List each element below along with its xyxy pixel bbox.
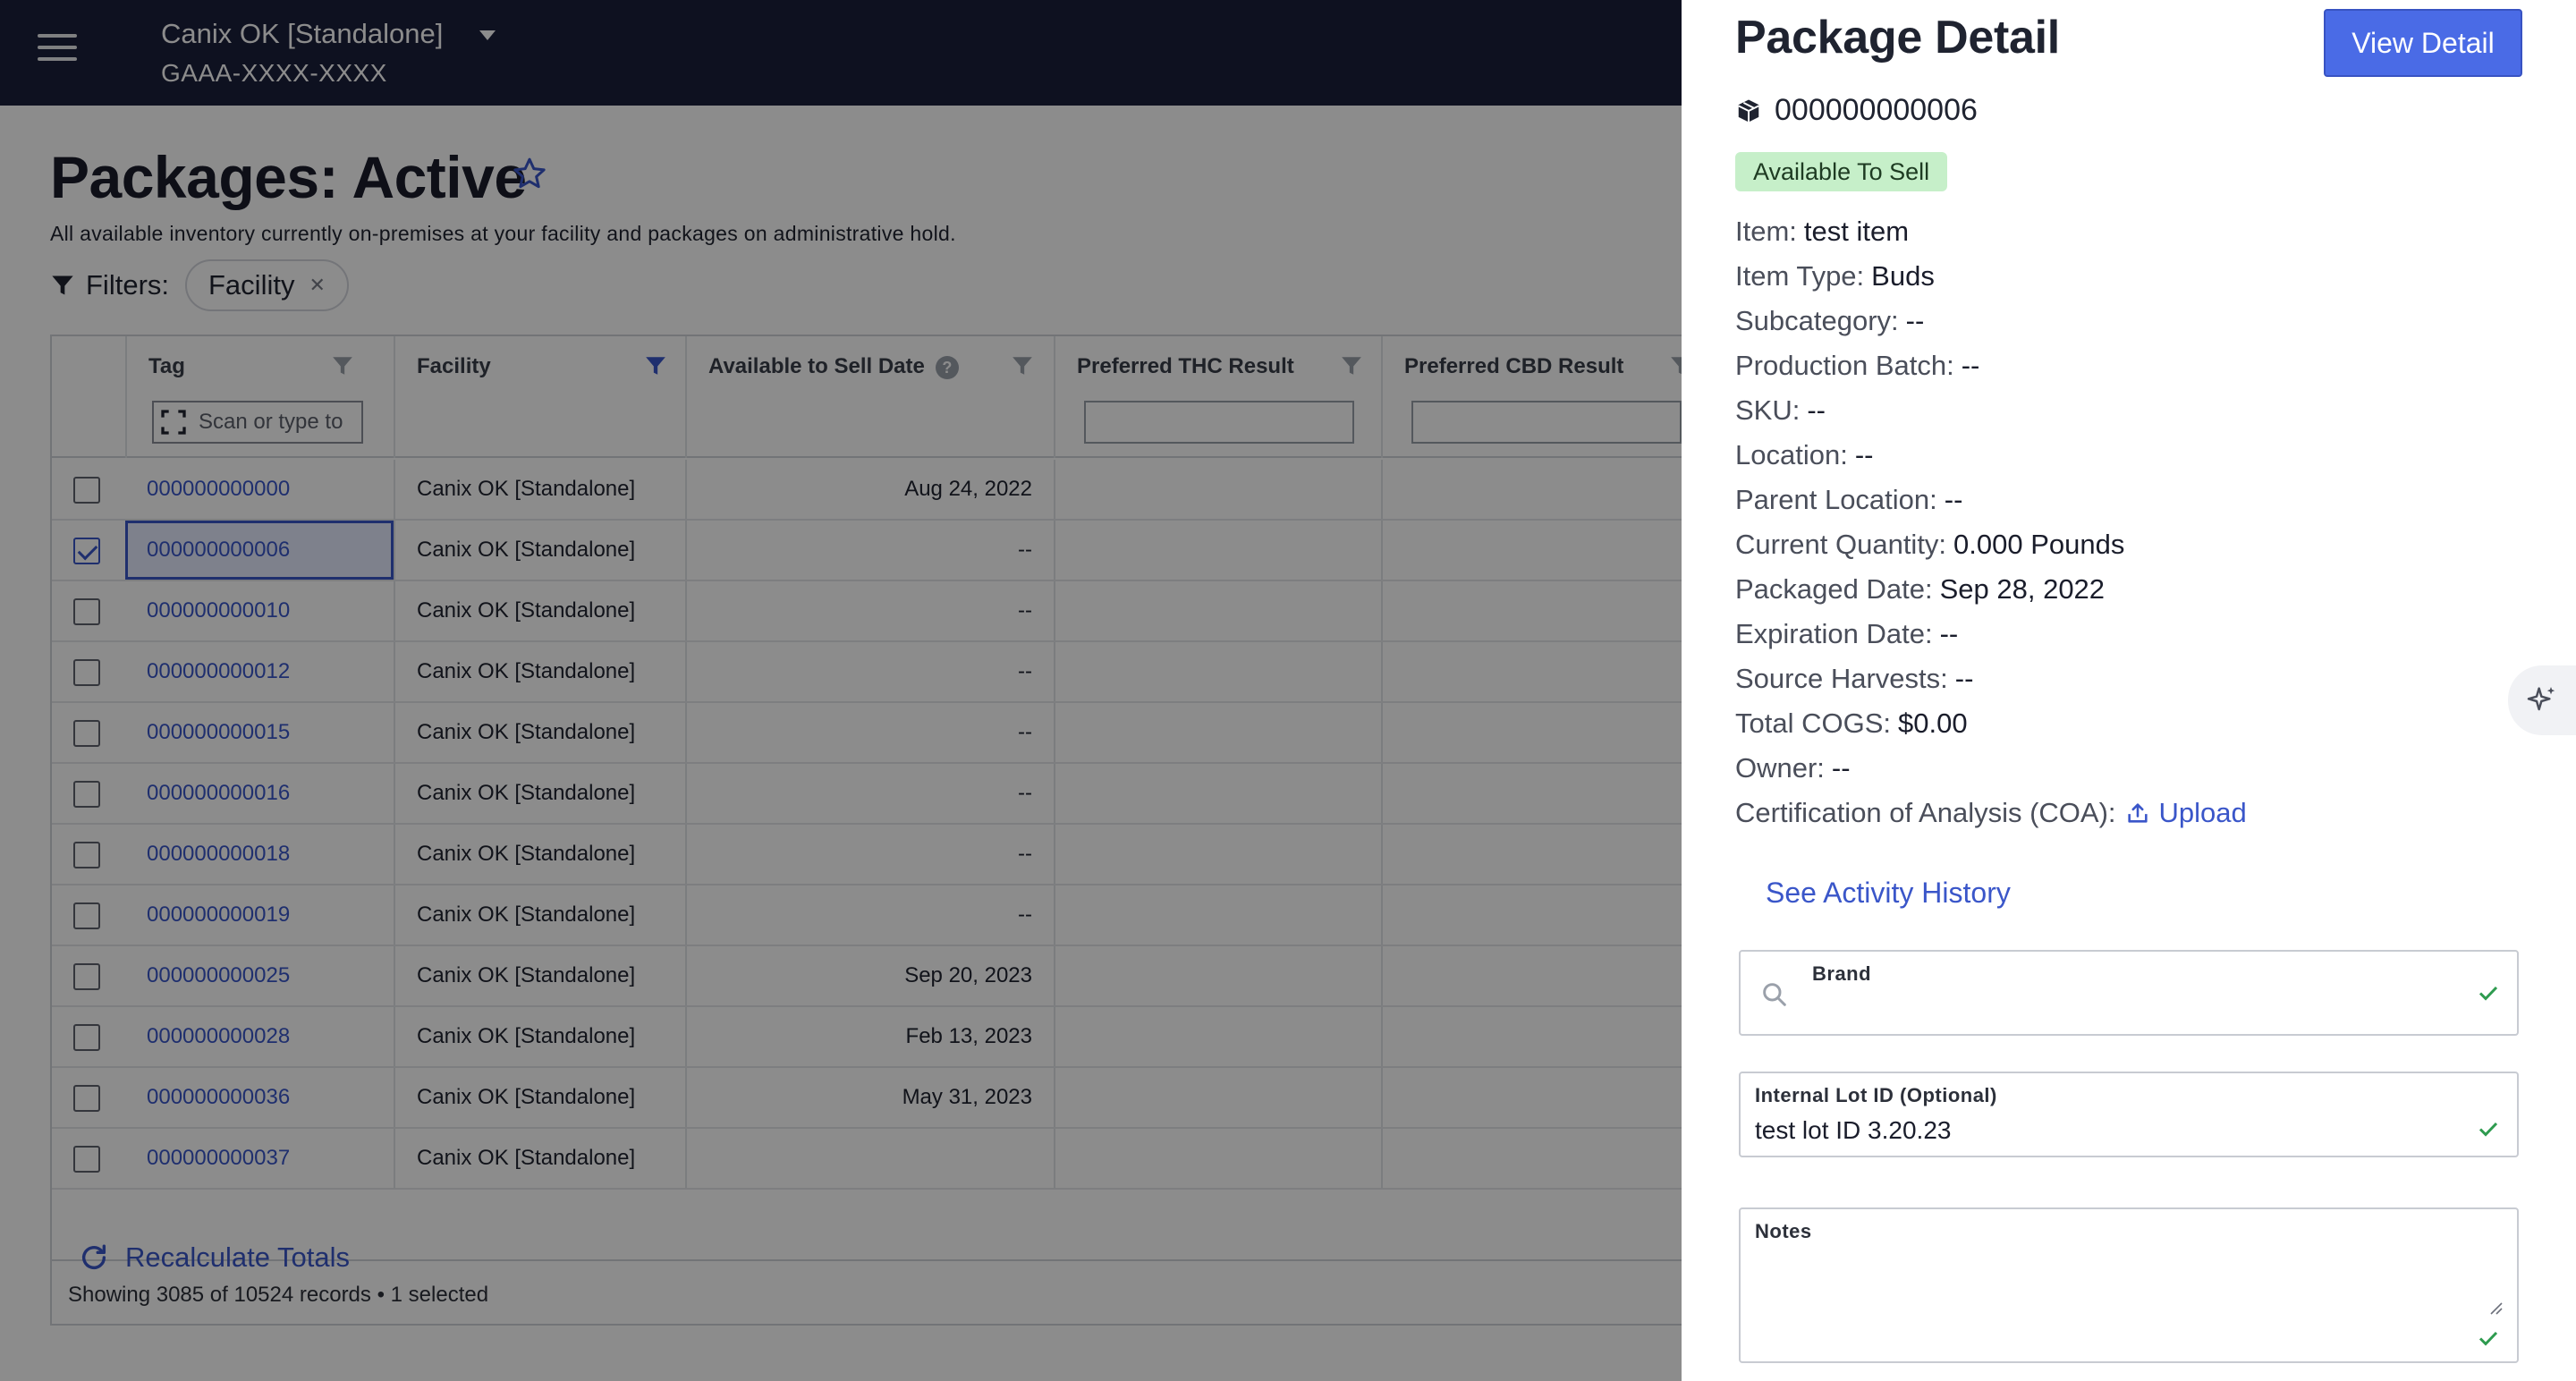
coa-label: Certification of Analysis (COA): bbox=[1735, 797, 2116, 828]
internal-lot-id-value: test lot ID 3.20.23 bbox=[1755, 1116, 1952, 1144]
check-icon bbox=[2479, 1122, 2498, 1137]
brand-field[interactable]: Brand bbox=[1739, 950, 2519, 1036]
detail-label: Parent Location: bbox=[1735, 484, 1937, 515]
detail-label: Current Quantity: bbox=[1735, 529, 1947, 560]
detail-value: 0.000 Pounds bbox=[1953, 529, 2125, 560]
detail-label: Expiration Date: bbox=[1735, 618, 1933, 649]
detail-value: -- bbox=[1961, 350, 1980, 381]
ai-assistant-button[interactable] bbox=[2508, 665, 2576, 735]
status-badge: Available To Sell bbox=[1735, 152, 1948, 191]
detail-line: Item: test item bbox=[1735, 209, 2247, 254]
coa-line: Certification of Analysis (COA): Upload bbox=[1735, 791, 2247, 835]
package-details: Item: test item Item Type: Buds Subcategory:… bbox=[1735, 209, 2247, 835]
search-icon bbox=[1763, 983, 1786, 1006]
detail-value: test item bbox=[1803, 216, 1910, 247]
detail-label: Subcategory: bbox=[1735, 305, 1899, 336]
panel-title: Package Detail bbox=[1735, 12, 2060, 64]
package-id-row: 000000000006 bbox=[1735, 93, 1978, 128]
detail-label: Item Type: bbox=[1735, 260, 1865, 292]
package-icon bbox=[1738, 99, 1759, 122]
brand-label: Brand bbox=[1812, 962, 1872, 985]
modal-backdrop[interactable] bbox=[0, 0, 1682, 1381]
detail-value: Buds bbox=[1871, 260, 1935, 292]
detail-label: Source Harvests: bbox=[1735, 663, 1948, 694]
package-detail-panel: Package Detail View Detail 000000000006 … bbox=[1682, 0, 2576, 1381]
detail-label: Owner: bbox=[1735, 752, 1825, 784]
detail-label: Total COGS: bbox=[1735, 707, 1891, 739]
see-activity-history-link[interactable]: See Activity History bbox=[1766, 877, 2011, 910]
detail-value: -- bbox=[1905, 305, 1925, 336]
detail-label: Location: bbox=[1735, 439, 1848, 470]
detail-label: Production Batch: bbox=[1735, 350, 1954, 381]
detail-label: Packaged Date: bbox=[1735, 573, 1933, 605]
detail-value: -- bbox=[1954, 663, 1974, 694]
detail-label: SKU: bbox=[1735, 394, 1801, 426]
upload-label: Upload bbox=[2158, 797, 2247, 828]
view-detail-button[interactable]: View Detail bbox=[2324, 9, 2522, 77]
detail-value: Sep 28, 2022 bbox=[1939, 573, 2106, 605]
upload-coa-link[interactable]: Upload bbox=[2125, 797, 2247, 829]
detail-value: -- bbox=[1944, 484, 1963, 515]
detail-line: Subcategory: -- bbox=[1735, 299, 2247, 343]
detail-label: Item: bbox=[1735, 216, 1797, 247]
upload-icon bbox=[2127, 803, 2148, 823]
detail-value: -- bbox=[1939, 618, 1959, 649]
detail-line: Current Quantity: 0.000 Pounds bbox=[1735, 522, 2247, 567]
detail-value: -- bbox=[1807, 394, 1826, 426]
detail-line: SKU: -- bbox=[1735, 388, 2247, 433]
detail-line: Packaged Date: Sep 28, 2022 bbox=[1735, 567, 2247, 612]
notes-label: Notes bbox=[1755, 1220, 1812, 1242]
detail-line: Parent Location: -- bbox=[1735, 478, 2247, 522]
notes-field[interactable]: Notes bbox=[1739, 1207, 2519, 1363]
detail-line: Total COGS: $0.00 bbox=[1735, 701, 2247, 746]
detail-value: $0.00 bbox=[1898, 707, 1968, 739]
detail-line: Item Type: Buds bbox=[1735, 254, 2247, 299]
resize-handle-icon[interactable] bbox=[2487, 1299, 2503, 1315]
internal-lot-id-field[interactable]: Internal Lot ID (Optional) test lot ID 3… bbox=[1739, 1072, 2519, 1157]
detail-line: Location: -- bbox=[1735, 433, 2247, 478]
detail-value: -- bbox=[1854, 439, 1874, 470]
package-id: 000000000006 bbox=[1775, 93, 1978, 127]
detail-line: Expiration Date: -- bbox=[1735, 612, 2247, 657]
detail-line: Owner: -- bbox=[1735, 746, 2247, 791]
detail-line: Production Batch: -- bbox=[1735, 343, 2247, 388]
check-icon bbox=[2479, 1331, 2498, 1346]
check-icon bbox=[2479, 986, 2498, 1001]
sparkle-icon bbox=[2527, 687, 2555, 711]
internal-lot-id-label: Internal Lot ID (Optional) bbox=[1755, 1084, 1997, 1106]
detail-value: -- bbox=[1831, 752, 1851, 784]
detail-line: Source Harvests: -- bbox=[1735, 657, 2247, 701]
